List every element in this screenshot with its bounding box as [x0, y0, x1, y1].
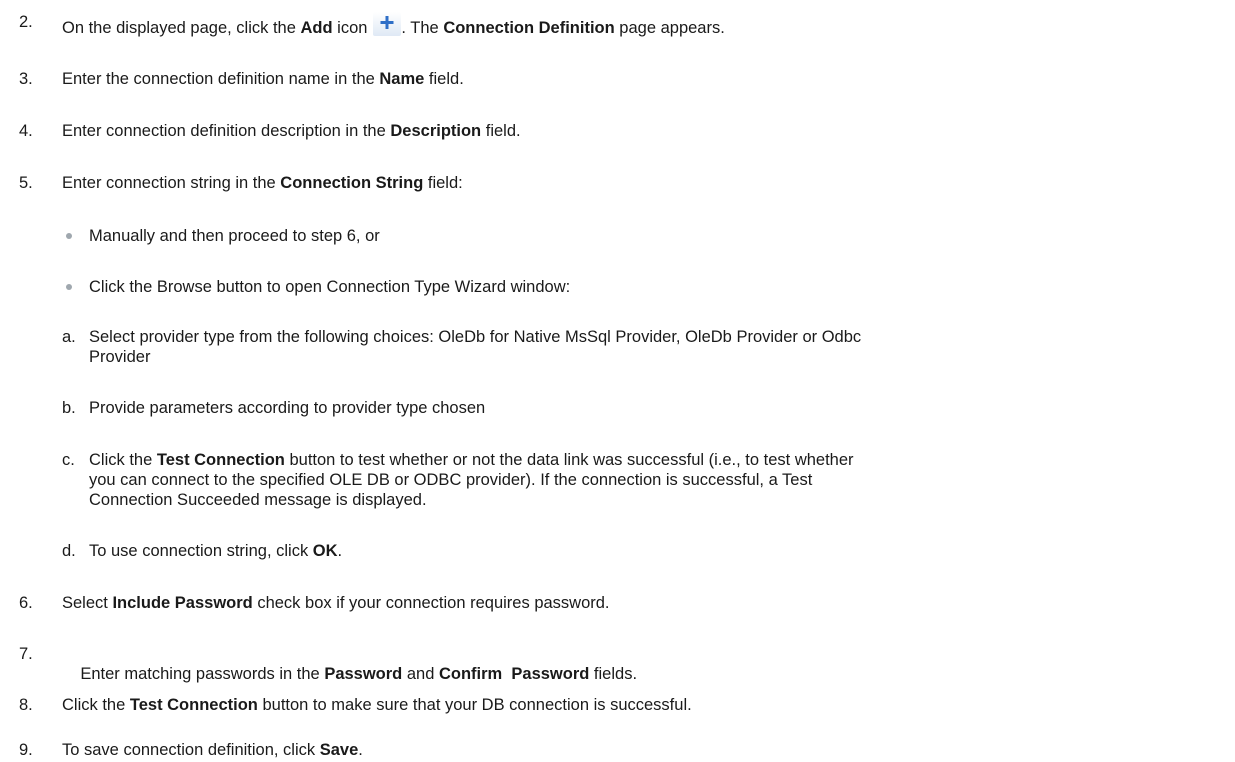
- bullet-item: Click the Browse button to open Connecti…: [66, 277, 1166, 299]
- step-7: 7. Enter matching passwords in the Passw…: [0, 644, 1235, 683]
- step-4: 4. Enter connection definition descripti…: [0, 121, 1235, 143]
- step-text: To save connection definition, click Sav…: [62, 741, 363, 759]
- substep-letter: c.: [62, 451, 75, 469]
- step-number: 7.: [19, 645, 33, 663]
- step-text: Select Include Password check box if you…: [62, 594, 610, 612]
- bullet-icon: [66, 233, 72, 239]
- substep-c: c. Click the Test Connection button to t…: [62, 451, 854, 509]
- substep-b: b. Provide parameters according to provi…: [62, 399, 486, 417]
- step-text: Enter the connection definition name in …: [62, 70, 464, 88]
- step-2: 2. On the displayed page, click the Add …: [0, 12, 1235, 40]
- step-text: On the displayed page, click the Add ico…: [62, 12, 725, 38]
- step-number: 6.: [19, 594, 33, 612]
- connection-definition-label: Connection Definition: [443, 19, 615, 37]
- step-number: 5.: [19, 174, 33, 192]
- step-number: 4.: [19, 122, 33, 140]
- substep-letter: b.: [62, 399, 76, 417]
- step-number: 3.: [19, 70, 33, 88]
- step-number: 8.: [19, 696, 33, 714]
- add-label: Add: [300, 19, 333, 37]
- substep-d: d. To use connection string, click OK.: [62, 542, 343, 560]
- step-6: 6. Select Include Password check box if …: [0, 593, 1235, 615]
- bullet-item: Manually and then proceed to step 6, or: [66, 226, 1166, 248]
- plus-icon: [373, 12, 402, 36]
- step-number: 2.: [19, 13, 33, 31]
- step-5: 5. Enter connection string in the Connec…: [0, 173, 1235, 195]
- step-8: 8. Click the Test Connection button to m…: [0, 695, 1235, 717]
- step-3: 3. Enter the connection definition name …: [0, 69, 1235, 91]
- bullet-icon: [66, 284, 72, 290]
- step-text: Enter connection string in the Connectio…: [62, 174, 463, 192]
- substep-letter: d.: [62, 542, 76, 560]
- step-text: Click the Test Connection button to make…: [62, 696, 692, 714]
- step-number: 9.: [19, 741, 33, 759]
- step-text: Enter connection definition description …: [62, 122, 521, 140]
- substep-a: a. Select provider type from the followi…: [62, 328, 862, 366]
- step-9: 9. To save connection definition, click …: [0, 740, 1235, 762]
- substep-letter: a.: [62, 328, 76, 346]
